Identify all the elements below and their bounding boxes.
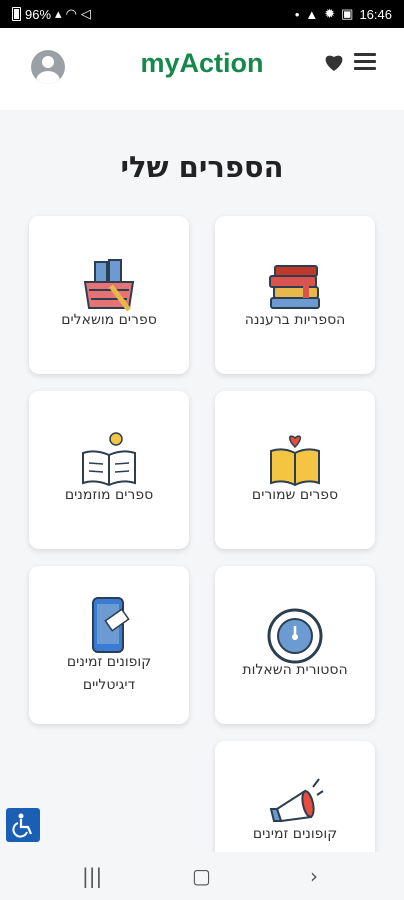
image-icon: ▣ [341, 6, 354, 21]
card-ordered-books[interactable]: ספרים מוזמנים [29, 391, 189, 549]
status-bar: 96% ▴ ◠ ◁ • ▲ ✹ ▣ 16:46 [0, 0, 404, 28]
signal-icon: ▴ [55, 6, 62, 21]
card-borrowed-books[interactable]: ספרים מושאלים [29, 216, 189, 374]
heart-icon[interactable] [322, 50, 346, 74]
card-saved-books[interactable]: ספרים שמורים [215, 391, 375, 549]
card-label: ספרים שמורים [251, 487, 339, 503]
card-label-line2: דיגיטליים [82, 677, 136, 693]
card-label-line1: קופונים זמינים [66, 654, 152, 670]
menu-icon[interactable] [354, 53, 376, 71]
back-icon[interactable]: › [310, 864, 318, 888]
phone-ticket-icon [92, 597, 130, 653]
card-label: ספרים מושאלים [61, 312, 157, 328]
card-libraries[interactable]: הספריות ברעננה [215, 216, 375, 374]
history-icon [267, 608, 323, 664]
open-book-idea-icon [82, 432, 136, 487]
card-label: קופונים זמינים [252, 826, 338, 842]
card-label: ספרים מוזמנים [64, 487, 154, 503]
page-title: הספרים שלי [120, 150, 284, 184]
card-label: הסטורית השאלות [242, 662, 348, 678]
wheelchair-icon [12, 813, 33, 838]
card-label: הספריות ברעננה [244, 312, 346, 328]
dot-icon: • [294, 6, 300, 22]
card-digital-coupons[interactable]: קופונים זמינים דיגיטליים [29, 566, 189, 724]
clock: 16:46 [359, 6, 392, 22]
system-nav-bar: ||| ▢ › [0, 852, 404, 900]
wifi-icon: ◠ [65, 6, 77, 21]
books-basket-icon [83, 259, 135, 312]
battery-percent: 96% [25, 6, 52, 22]
alert-icon: ▲ [305, 6, 319, 22]
settings-icon: ✹ [324, 6, 336, 21]
app-header: myAction [0, 28, 404, 110]
accessibility-button[interactable] [6, 808, 40, 842]
mute-icon: ◁ [80, 6, 91, 21]
home-icon[interactable]: ▢ [192, 864, 211, 888]
recent-apps-icon[interactable]: ||| [82, 864, 102, 888]
card-coupons[interactable]: קופונים זמינים [215, 741, 375, 861]
battery-icon [12, 7, 21, 21]
card-borrowing-history[interactable]: הסטורית השאלות [215, 566, 375, 724]
book-heart-icon [270, 435, 320, 487]
